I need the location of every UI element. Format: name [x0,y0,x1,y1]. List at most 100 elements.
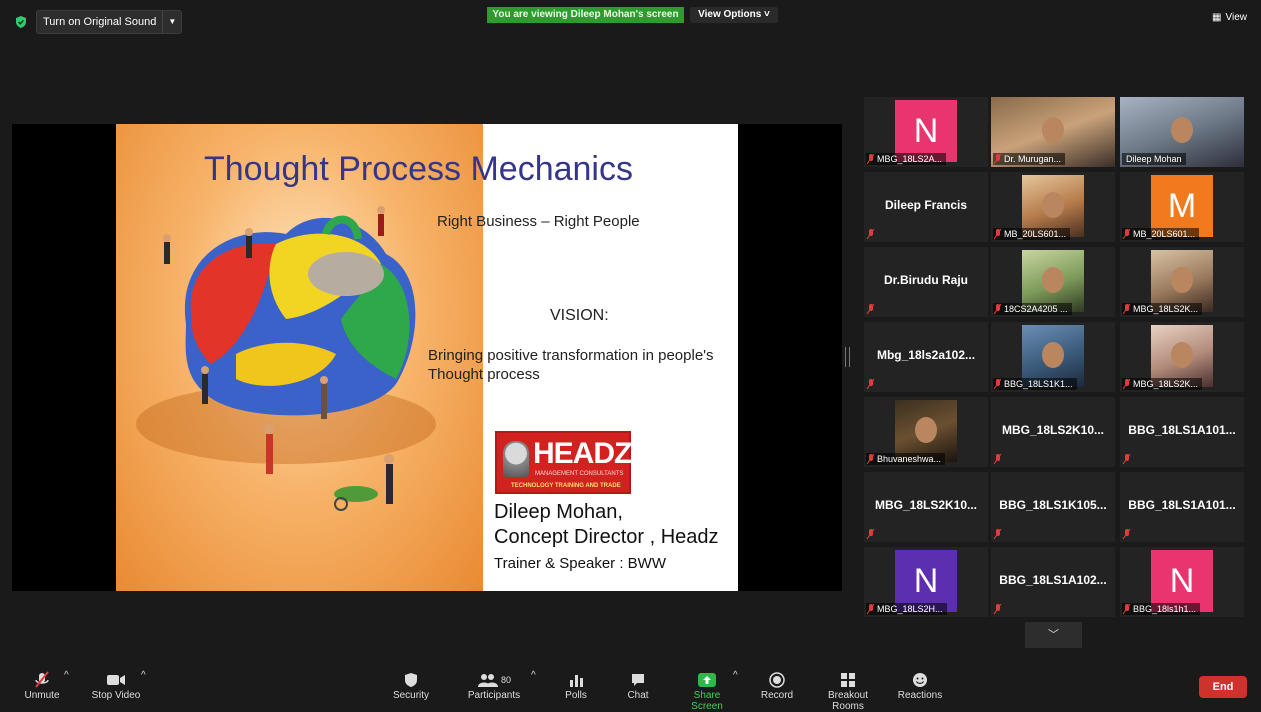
end-meeting-button[interactable]: End [1199,676,1247,698]
participants-options-caret[interactable]: ^ [531,670,536,681]
video-options-caret[interactable]: ^ [141,670,146,681]
original-sound-button[interactable]: Turn on Original Sound ▼ [36,10,183,34]
video-camera-icon [88,670,144,690]
slide-title: Thought Process Mechanics [204,150,633,188]
participant-tile[interactable]: N BBG_18ls1h1... [1120,547,1244,617]
chat-label: Chat [627,690,649,701]
participant-name: Bhuvaneshwa... [877,454,942,464]
view-button[interactable]: ▦ View [1212,12,1247,23]
face-shape [1042,342,1064,369]
mic-muted-icon [1123,229,1131,239]
shield-icon [389,670,433,690]
mic-muted-icon [1123,454,1131,464]
participant-name: MBG_18LS2K... [1133,304,1199,314]
participant-name: MB_20LS601... [1004,229,1067,239]
face-shape [915,417,937,444]
participant-name-tag: MBG_18LS2K... [1122,303,1203,315]
participant-tile[interactable]: MBG_18LS2K10... [991,397,1115,467]
vision-heading: VISION: [550,307,609,324]
participant-name-tag: Dr. Murugan... [993,153,1066,165]
viewing-banner: You are viewing Dileep Mohan's screen [487,7,684,23]
participant-tile[interactable]: M MB_20LS601... [1120,172,1244,242]
participant-tile[interactable]: MB_20LS601... [991,172,1115,242]
security-button[interactable]: Security [389,670,433,701]
mic-muted-icon [994,304,1002,314]
participant-name: BBG_18LS1A102... [999,573,1107,587]
chat-button[interactable]: Chat [620,670,656,701]
face-shape [1042,267,1064,294]
participant-tile[interactable]: BBG_18LS1K105... [991,472,1115,542]
reactions-label: Reactions [897,690,943,701]
mic-muted-icon [1123,529,1131,539]
participant-tile[interactable]: BBG_18LS1K1... [991,322,1115,392]
face-shape [1171,342,1193,369]
record-label: Record [760,690,794,701]
participant-tile[interactable]: BBG_18LS1A101... [1120,397,1244,467]
meeting-toolbar: Unmute ^ Stop Video ^ Security 80 Partic… [0,664,1261,712]
participant-tile[interactable]: Dileep Mohan [1120,97,1244,167]
participant-tile[interactable]: BBG_18LS1A102... [991,547,1115,617]
gallery-next-page-button[interactable]: ﹀ [1025,622,1082,648]
mic-muted-icon [994,379,1002,389]
participant-name-tag: MB_20LS601... [1122,228,1200,240]
participant-tile[interactable]: MBG_18LS2K... [1120,322,1244,392]
view-options-button[interactable]: View Options ˅ [690,7,778,23]
participant-name: Dr.Birudu Raju [883,273,968,287]
chevron-down-icon[interactable]: ▼ [162,11,181,33]
participant-tile[interactable]: 18CS2A4205 ... [991,247,1115,317]
participant-name-tag: Dileep Mohan [1122,153,1186,165]
shield-icon[interactable] [14,15,28,29]
share-screen-label: Share Screen [691,690,723,712]
participant-name: Dileep Francis [884,198,968,212]
share-options-caret[interactable]: ^ [733,670,738,681]
participant-name-tag: MB_20LS601... [993,228,1071,240]
mic-muted-icon [994,454,1002,464]
logo-tagline: MANAGEMENT CONSULTANTS [535,471,624,477]
headz-logo: HEADZ MANAGEMENT CONSULTANTS TECHNOLOGY … [495,431,632,494]
participant-tile[interactable]: Dileep Francis [864,172,988,242]
polls-button[interactable]: Polls [556,670,596,701]
participant-name: BBG_18LS1K105... [999,498,1107,512]
participants-button[interactable]: 80 Participants [466,670,522,701]
security-label: Security [392,690,430,701]
unmute-label: Unmute [24,690,60,701]
participant-name: MBG_18LS2K10... [1001,423,1105,437]
smiley-icon [896,670,944,690]
participant-tile[interactable]: Bhuvaneshwa... [864,397,988,467]
stop-video-button[interactable]: Stop Video [88,670,144,701]
mic-muted-icon [867,604,875,614]
participant-tile[interactable]: Dr.Birudu Raju [864,247,988,317]
bar-chart-icon [556,670,596,690]
original-sound-label: Turn on Original Sound [43,16,157,28]
participant-tile[interactable]: MBG_18LS2K10... [864,472,988,542]
stop-video-label: Stop Video [91,690,141,701]
speaker-line2: Concept Director , Headz [494,526,719,548]
mic-muted-icon [994,604,1002,614]
breakout-rooms-icon [812,670,884,690]
face-shape [1042,192,1064,219]
breakout-rooms-label: Breakout Rooms [827,690,869,712]
participant-tile[interactable]: MBG_18LS2K... [1120,247,1244,317]
participant-name-tag: BBG_18LS1K1... [993,378,1077,390]
mic-muted-icon [994,154,1002,164]
mic-muted-icon [867,379,875,389]
unmute-button[interactable]: Unmute [20,670,64,701]
audio-options-caret[interactable]: ^ [64,670,69,681]
record-button[interactable]: Record [758,670,796,701]
mic-muted-icon [20,670,64,690]
reactions-button[interactable]: Reactions [896,670,944,701]
mic-muted-icon [867,304,875,314]
participant-tile[interactable]: N MBG_18LS2A... [864,97,988,167]
participant-tile[interactable]: N MBG_18LS2H... [864,547,988,617]
participant-tile[interactable]: Dr. Murugan... [991,97,1115,167]
participant-name: MBG_18LS2K... [1133,379,1199,389]
participant-tile[interactable]: Mbg_18ls2a102... [864,322,988,392]
participant-tile[interactable]: BBG_18LS1A101... [1120,472,1244,542]
participant-name-tag: 18CS2A4205 ... [993,303,1072,315]
speaker-role: Trainer & Speaker : BWW [494,555,666,572]
mic-muted-icon [994,229,1002,239]
participant-name: BBG_18LS1A101... [1128,498,1236,512]
participants-icon: 80 [466,670,522,690]
panel-resize-handle[interactable] [845,347,850,367]
participant-name-tag: MBG_18LS2K... [1122,378,1203,390]
